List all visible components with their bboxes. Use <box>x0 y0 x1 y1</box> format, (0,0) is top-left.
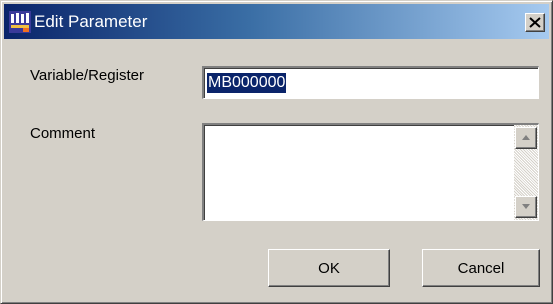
variable-register-value: MB000000 <box>207 73 287 93</box>
app-icon <box>9 11 31 33</box>
comment-label: Comment <box>30 125 96 142</box>
close-button[interactable] <box>525 13 545 32</box>
arrow-up-icon <box>522 135 530 140</box>
variable-register-label: Variable/Register <box>30 67 144 84</box>
scroll-down-button[interactable] <box>515 196 537 218</box>
scroll-up-button[interactable] <box>515 127 537 149</box>
comment-textarea[interactable] <box>202 123 539 221</box>
window-title: Edit Parameter <box>34 12 148 31</box>
close-icon <box>529 17 541 28</box>
title-bar[interactable]: Edit Parameter <box>4 4 549 39</box>
ok-button[interactable]: OK <box>268 249 390 287</box>
arrow-down-icon <box>522 204 530 209</box>
variable-register-input[interactable]: MB000000 <box>202 66 539 99</box>
cancel-button[interactable]: Cancel <box>422 249 540 287</box>
edit-parameter-dialog: Edit Parameter Variable/Register MB00000… <box>0 0 553 304</box>
comment-scrollbar[interactable] <box>514 125 538 220</box>
